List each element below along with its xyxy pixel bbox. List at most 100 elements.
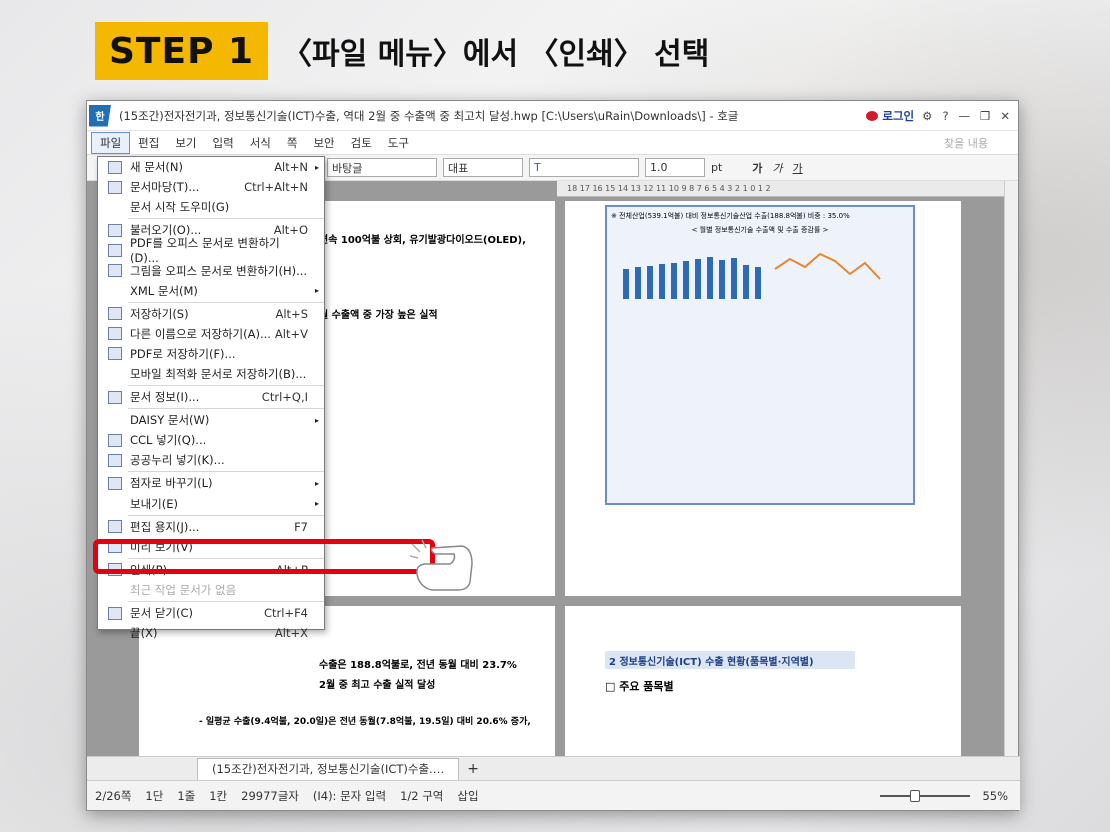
file-menu-item[interactable]: 그림을 오피스 문서로 변환하기(H)...	[98, 260, 324, 280]
zoom-level[interactable]: 55%	[982, 789, 1008, 803]
file-menu-item[interactable]: PDF를 오피스 문서로 변환하기(D)...	[98, 236, 324, 265]
file-menu-item-label: 보내기(E)	[130, 496, 178, 511]
file-menu-item-label: 공공누리 넣기(K)...	[130, 453, 225, 468]
zoom-slider[interactable]	[880, 789, 971, 802]
file-menu-item[interactable]: 새 문서(N) Alt+N ▸	[98, 157, 324, 177]
add-tab-icon[interactable]: +	[467, 761, 479, 777]
restore-icon[interactable]: ❐	[980, 109, 990, 123]
settings-icon[interactable]: ⚙	[922, 109, 932, 123]
file-menu-item[interactable]: XML 문서(M) ▸	[98, 281, 324, 301]
document-tab[interactable]: (15조간)전자전기과, 정보통신기술(ICT)수출.…	[197, 757, 460, 780]
menu-review[interactable]: 검토	[343, 132, 380, 154]
file-menu-item-shortcut: Alt+V	[274, 326, 308, 341]
menu-separator	[128, 471, 324, 473]
font-name-select[interactable]: T	[529, 158, 639, 177]
font-select[interactable]: 대표	[443, 158, 523, 177]
menu-tools[interactable]: 도구	[380, 132, 417, 154]
font-size-input[interactable]: 1.0	[645, 158, 705, 177]
p3-line1: 수출은 188.8억불로, 전년 동월 대비 23.7%	[319, 660, 517, 671]
blank-icon	[108, 414, 122, 427]
file-menu-item[interactable]: PDF로 저장하기(F)...	[98, 344, 324, 364]
file-menu-item[interactable]: 끝(X) Alt+X	[98, 623, 324, 643]
submenu-arrow-icon: ▸	[314, 286, 319, 296]
help-icon[interactable]: ?	[942, 109, 948, 123]
ccl-icon	[108, 433, 122, 447]
vertical-scrollbar[interactable]	[1004, 181, 1018, 764]
status-dan: 1단	[145, 788, 164, 803]
file-menu-item: 최근 작업 문서가 없음	[98, 580, 324, 600]
file-menu-item[interactable]: DAISY 문서(W) ▸	[98, 410, 324, 430]
file-menu-item[interactable]: 문서 시작 도우미(G)	[98, 197, 324, 217]
print-highlight-box	[93, 539, 435, 574]
minimize-icon[interactable]: —	[959, 109, 971, 123]
file-menu-item-label: 그림을 오피스 문서로 변환하기(H)...	[130, 263, 308, 278]
login-icon	[866, 110, 879, 121]
save-pdf-icon	[108, 347, 122, 361]
status-line: 1줄	[177, 788, 196, 803]
p4-section: 2 정보통신기술(ICT) 수출 현황(품목별·지역별)	[605, 651, 855, 669]
info-icon	[108, 390, 122, 404]
p3-line2: 2월 중 최고 수출 실적 달성	[319, 680, 436, 691]
submenu-arrow-icon: ▸	[314, 499, 319, 509]
step-banner: STEP 1 〈파일 메뉴〉에서 〈인쇄〉 선택	[95, 22, 709, 80]
menu-file[interactable]: 파일	[91, 131, 131, 154]
file-menu-item[interactable]: 모바일 최적화 문서로 저장하기(B)...	[98, 364, 324, 384]
file-menu-item-label: 점자로 바꾸기(L)	[130, 476, 213, 491]
blank-icon	[108, 201, 122, 214]
menu-edit[interactable]: 편집	[130, 132, 167, 154]
p2-chart	[623, 252, 881, 299]
status-mode: (I4): 문자 입력	[312, 788, 387, 803]
file-menu-item-label: 최근 작업 문서가 없음	[130, 582, 237, 597]
login-label: 로그인	[882, 108, 915, 123]
file-menu-item[interactable]: 다른 이름으로 저장하기(A)... Alt+V	[98, 324, 324, 344]
find-input[interactable]: 찾을 내용	[944, 135, 988, 151]
status-col: 1칸	[209, 788, 228, 803]
menu-insert[interactable]: 입력	[205, 132, 242, 154]
file-menu-item-label: 문서 정보(I)...	[130, 390, 200, 405]
file-menu-item-shortcut: Alt+X	[274, 626, 308, 641]
file-menu-item[interactable]: CCL 넣기(Q)...	[98, 430, 324, 450]
file-menu-item[interactable]: 보내기(E) ▸	[98, 494, 324, 514]
image-convert-icon	[108, 264, 122, 278]
status-section: 1/2 구역	[400, 788, 444, 803]
public-icon	[108, 453, 122, 467]
login-button[interactable]: 로그인	[866, 108, 914, 124]
file-menu-item-shortcut: Ctrl+Q,I	[261, 390, 308, 405]
italic-icon[interactable]: 가	[772, 160, 782, 176]
underline-icon[interactable]: 가	[793, 160, 803, 176]
open-folder-icon	[108, 223, 122, 237]
bold-icon[interactable]: 가	[752, 160, 762, 176]
file-menu-item[interactable]: 점자로 바꾸기(L) ▸	[98, 473, 324, 493]
menu-page[interactable]: 쪽	[279, 132, 306, 154]
file-menu-item[interactable]: 문서마당(T)... Ctrl+Alt+N	[98, 177, 324, 197]
p1-line2: 월 수출액 중 가장 높은 실적	[319, 310, 438, 321]
close-icon[interactable]: ✕	[1000, 109, 1010, 123]
style-select[interactable]: 바탕글	[327, 158, 437, 177]
submenu-arrow-icon: ▸	[314, 478, 319, 488]
file-menu-item[interactable]: 문서 정보(I)... Ctrl+Q,I	[98, 387, 324, 407]
file-menu-item-label: 저장하기(S)	[130, 306, 189, 321]
p1-line1: 연속 100억불 상회, 유기발광다이오드(OLED),	[319, 235, 526, 246]
file-menu-item[interactable]: 저장하기(S) Alt+S	[98, 304, 324, 324]
pdf-convert-icon	[108, 243, 122, 257]
hangul-app-icon[interactable]: 한	[89, 104, 111, 127]
file-menu-item-label: 새 문서(N)	[130, 160, 183, 175]
file-menu-item-shortcut: Alt+S	[275, 306, 308, 321]
file-menu-item[interactable]: 공공누리 넣기(K)...	[98, 450, 324, 470]
status-page: 2/26쪽	[95, 788, 132, 803]
blank-icon	[108, 367, 122, 380]
new-doc-icon	[108, 160, 122, 174]
menu-security[interactable]: 보안	[305, 132, 342, 154]
zoom-knob[interactable]	[910, 789, 921, 802]
blank-icon	[108, 627, 122, 640]
menu-view[interactable]: 보기	[167, 132, 204, 154]
file-menu-item-label: 다른 이름으로 저장하기(A)...	[130, 326, 271, 341]
hand-cursor-icon	[410, 539, 473, 591]
save-as-icon	[108, 327, 122, 341]
file-menu-item-label: 문서 닫기(C)	[130, 606, 193, 621]
file-menu-item[interactable]: 편집 용지(J)... F7	[98, 517, 324, 537]
menu-format[interactable]: 서식	[242, 132, 279, 154]
menu-separator	[128, 218, 324, 220]
p2-header: ※ 전체산업(539.1억불) 대비 정보통신기술산업 수출(188.8억불) …	[611, 212, 850, 220]
file-menu-item[interactable]: 문서 닫기(C) Ctrl+F4	[98, 603, 324, 623]
